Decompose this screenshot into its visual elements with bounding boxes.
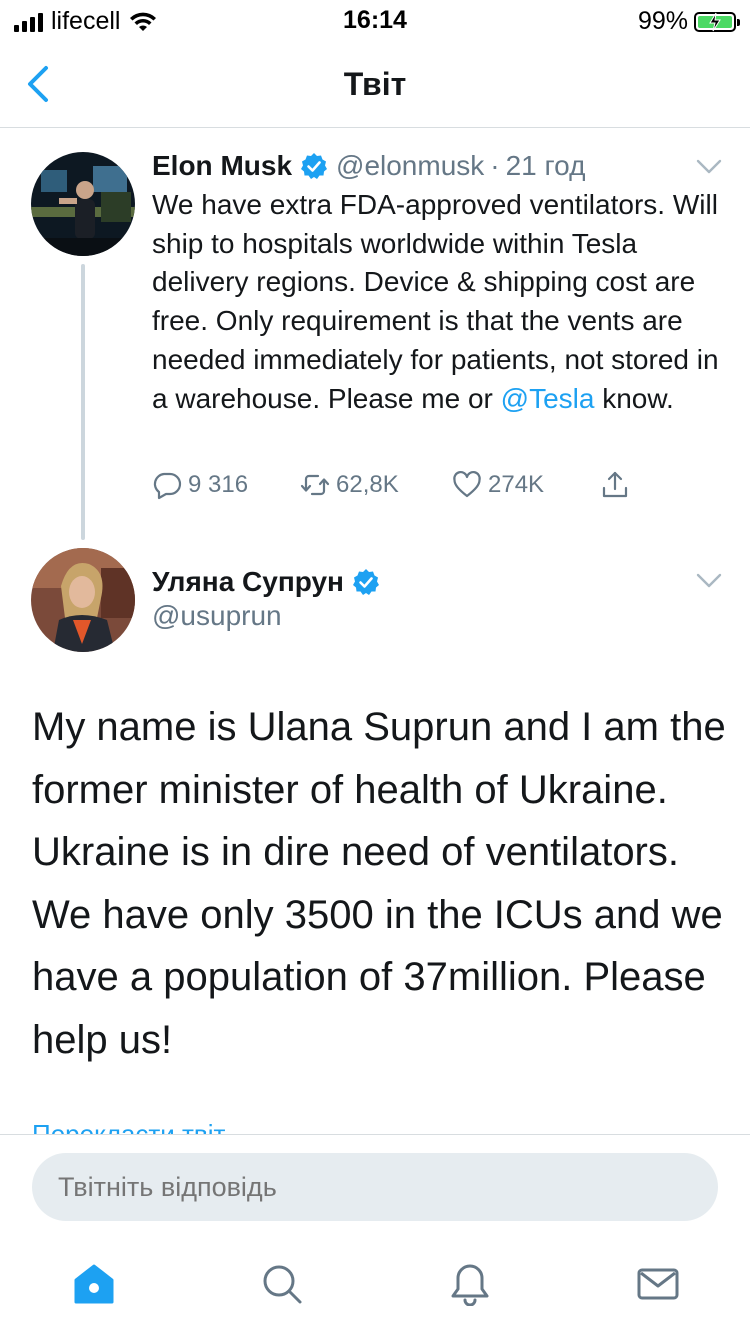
avatar-ulana-suprun[interactable] (31, 548, 135, 652)
search-icon (263, 1265, 302, 1304)
notifications-icon (451, 1264, 489, 1307)
tweet-text-body: We have extra FDA-approved ventilators. … (152, 189, 719, 414)
tweet-text: We have extra FDA-approved ventilators. … (152, 186, 732, 418)
chevron-down-icon[interactable] (695, 572, 723, 590)
like-count: 274K (488, 471, 545, 498)
home-icon (74, 1264, 114, 1304)
author-name[interactable]: Уляна Супрун (152, 566, 344, 598)
status-right: 99% (637, 7, 740, 36)
share-icon (602, 471, 628, 498)
verified-badge-icon (352, 569, 379, 595)
translate-tweet-link[interactable]: Перекласти твіт (32, 1114, 225, 1136)
reply-input[interactable] (32, 1153, 718, 1221)
chevron-down-icon[interactable] (695, 158, 723, 176)
tab-notifications[interactable] (448, 1262, 492, 1307)
tab-search[interactable] (260, 1262, 304, 1306)
retweet-button[interactable]: 62,8K (300, 470, 399, 500)
author-handle[interactable]: @usuprun (152, 600, 282, 632)
tweet-header-suprun: Уляна Супрун (152, 566, 388, 598)
reply-icon (153, 472, 182, 500)
page-title: Твіт (343, 66, 407, 102)
battery-percent: 99% (637, 7, 688, 35)
retweet-icon (300, 474, 330, 496)
thread-line (81, 264, 85, 540)
separator-dot: · (490, 150, 500, 181)
tweet-text-end: know. (594, 382, 674, 414)
reply-bar (0, 1134, 750, 1234)
avatar-image (31, 152, 135, 256)
tweet-actions: 9 316 62,8K 274K (152, 470, 642, 506)
battery-icon (694, 11, 740, 32)
tweet-time: 21 год (505, 150, 586, 181)
retweet-count: 62,8K (336, 471, 399, 498)
messages-icon (637, 1268, 679, 1300)
avatar-elon-musk[interactable] (31, 152, 135, 256)
author-name[interactable]: Elon Musk (152, 150, 292, 182)
reply-count: 9 316 (188, 471, 249, 498)
verified-badge-icon (301, 153, 328, 179)
tab-messages[interactable] (636, 1262, 680, 1306)
battery-cap (737, 18, 740, 26)
tab-home[interactable] (72, 1262, 116, 1306)
translate-label: Перекласти твіт (32, 1119, 226, 1136)
reply-button[interactable]: 9 316 (152, 470, 248, 500)
heart-icon (453, 470, 481, 498)
avatar-image (31, 548, 135, 652)
status-bar: lifecell 16:14 99% (0, 0, 750, 40)
share-button[interactable] (600, 470, 630, 500)
tweet-text-main: My name is Ulana Suprun and I am the for… (32, 705, 726, 1062)
tab-bar (0, 1240, 750, 1334)
mention-link[interactable]: @Tesla (501, 383, 595, 414)
author-handle[interactable]: @elonmusk (336, 150, 484, 182)
tweet-header-elon: Elon Musk @elonmusk · 21 год (152, 150, 585, 182)
charging-bolt-icon (709, 12, 721, 31)
nav-bar: Твіт (0, 40, 750, 128)
like-button[interactable]: 274K (452, 470, 544, 500)
